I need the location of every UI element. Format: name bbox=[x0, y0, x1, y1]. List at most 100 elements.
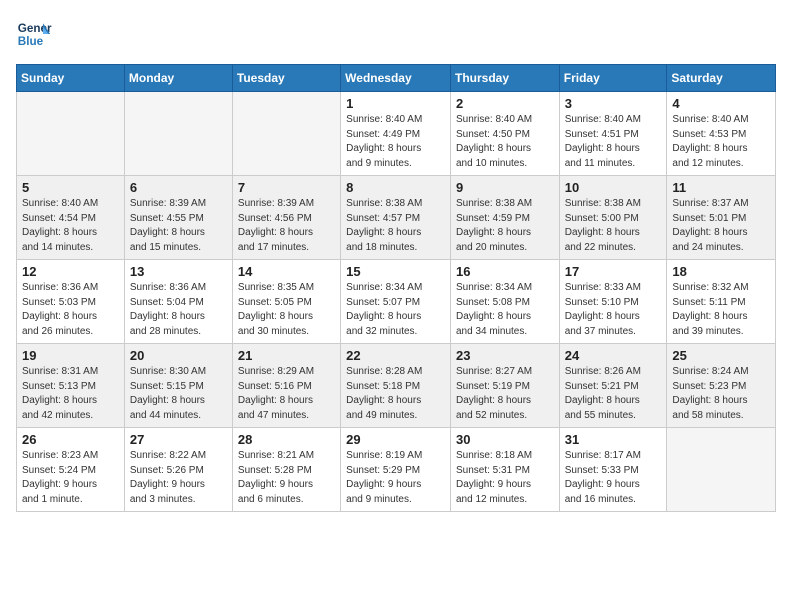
day-header-saturday: Saturday bbox=[667, 65, 776, 92]
day-number: 10 bbox=[565, 180, 662, 195]
day-number: 27 bbox=[130, 432, 227, 447]
day-number: 6 bbox=[130, 180, 227, 195]
day-info: Sunrise: 8:38 AM Sunset: 4:59 PM Dayligh… bbox=[456, 197, 554, 255]
day-info: Sunrise: 8:40 AM Sunset: 4:50 PM Dayligh… bbox=[456, 113, 554, 171]
day-info: Sunrise: 8:30 AM Sunset: 5:15 PM Dayligh… bbox=[130, 365, 227, 423]
calendar-day-15: 15Sunrise: 8:34 AM Sunset: 5:07 PM Dayli… bbox=[341, 260, 451, 344]
day-info: Sunrise: 8:31 AM Sunset: 5:13 PM Dayligh… bbox=[22, 365, 119, 423]
calendar-day-20: 20 Sunrise: 8:30 AM Sunset: 5:15 PM Dayli… bbox=[124, 344, 232, 428]
calendar-day-30: 30Sunrise: 8:18 AM Sunset: 5:31 PM Dayli… bbox=[450, 428, 559, 512]
day-number: 16 bbox=[456, 264, 554, 279]
day-number: 25 bbox=[672, 348, 770, 363]
day-info: Sunrise: 8:19 AM Sunset: 5:29 PM Dayligh… bbox=[346, 449, 445, 507]
day-info: Sunrise: 8:23 AM Sunset: 5:24 PM Dayligh… bbox=[22, 449, 119, 507]
day-number: 5 bbox=[22, 180, 119, 195]
calendar-day-4: 4 Sunrise: 8:40 AM Sunset: 4:53 PM Daylig… bbox=[667, 92, 776, 176]
calendar-day-empty bbox=[17, 92, 125, 176]
calendar-day-31: 31 Sunrise: 8:17 AM Sunset: 5:33 PM Dayli… bbox=[559, 428, 667, 512]
calendar-day-16: 16Sunrise: 8:34 AM Sunset: 5:08 PM Dayli… bbox=[450, 260, 559, 344]
day-info: Sunrise: 8:28 AM Sunset: 5:18 PM Dayligh… bbox=[346, 365, 445, 423]
calendar-day-empty bbox=[124, 92, 232, 176]
calendar-day-28: 28 Sunrise: 8:21 AM Sunset: 5:28 PM Dayli… bbox=[232, 428, 340, 512]
day-number: 1 bbox=[346, 96, 445, 111]
day-header-sunday: Sunday bbox=[17, 65, 125, 92]
calendar-week-row: 5 Sunrise: 8:40 AM Sunset: 4:54 PM Daylig… bbox=[17, 176, 776, 260]
day-number: 9 bbox=[456, 180, 554, 195]
day-number: 7 bbox=[238, 180, 335, 195]
logo: General Blue bbox=[16, 16, 52, 52]
calendar-day-14: 14 Sunrise: 8:35 AM Sunset: 5:05 PM Dayli… bbox=[232, 260, 340, 344]
calendar-day-5: 5 Sunrise: 8:40 AM Sunset: 4:54 PM Daylig… bbox=[17, 176, 125, 260]
calendar-day-27: 27 Sunrise: 8:22 AM Sunset: 5:26 PM Dayli… bbox=[124, 428, 232, 512]
calendar-day-6: 6Sunrise: 8:39 AM Sunset: 4:55 PM Daylig… bbox=[124, 176, 232, 260]
day-header-thursday: Thursday bbox=[450, 65, 559, 92]
calendar-day-21: 21Sunrise: 8:29 AM Sunset: 5:16 PM Dayli… bbox=[232, 344, 340, 428]
calendar-day-17: 17 Sunrise: 8:33 AM Sunset: 5:10 PM Dayli… bbox=[559, 260, 667, 344]
day-number: 12 bbox=[22, 264, 119, 279]
day-number: 26 bbox=[22, 432, 119, 447]
day-number: 2 bbox=[456, 96, 554, 111]
calendar-day-29: 29 Sunrise: 8:19 AM Sunset: 5:29 PM Dayli… bbox=[341, 428, 451, 512]
svg-text:Blue: Blue bbox=[18, 35, 44, 48]
day-info: Sunrise: 8:33 AM Sunset: 5:10 PM Dayligh… bbox=[565, 281, 662, 339]
day-info: Sunrise: 8:38 AM Sunset: 5:00 PM Dayligh… bbox=[565, 197, 662, 255]
calendar-day-26: 26 Sunrise: 8:23 AM Sunset: 5:24 PM Dayli… bbox=[17, 428, 125, 512]
day-header-wednesday: Wednesday bbox=[341, 65, 451, 92]
day-info: Sunrise: 8:35 AM Sunset: 5:05 PM Dayligh… bbox=[238, 281, 335, 339]
calendar-week-row: 1 Sunrise: 8:40 AM Sunset: 4:49 PM Daylig… bbox=[17, 92, 776, 176]
calendar-day-empty bbox=[232, 92, 340, 176]
day-header-tuesday: Tuesday bbox=[232, 65, 340, 92]
day-number: 31 bbox=[565, 432, 662, 447]
day-number: 13 bbox=[130, 264, 227, 279]
day-info: Sunrise: 8:40 AM Sunset: 4:49 PM Dayligh… bbox=[346, 113, 445, 171]
calendar-day-8: 8 Sunrise: 8:38 AM Sunset: 4:57 PM Daylig… bbox=[341, 176, 451, 260]
day-info: Sunrise: 8:27 AM Sunset: 5:19 PM Dayligh… bbox=[456, 365, 554, 423]
calendar-day-18: 18Sunrise: 8:32 AM Sunset: 5:11 PM Dayli… bbox=[667, 260, 776, 344]
day-number: 21 bbox=[238, 348, 335, 363]
day-number: 29 bbox=[346, 432, 445, 447]
day-info: Sunrise: 8:39 AM Sunset: 4:56 PM Dayligh… bbox=[238, 197, 335, 255]
calendar-day-23: 23 Sunrise: 8:27 AM Sunset: 5:19 PM Dayli… bbox=[450, 344, 559, 428]
day-info: Sunrise: 8:40 AM Sunset: 4:53 PM Dayligh… bbox=[672, 113, 770, 171]
calendar-day-3: 3 Sunrise: 8:40 AM Sunset: 4:51 PM Daylig… bbox=[559, 92, 667, 176]
calendar-day-11: 11Sunrise: 8:37 AM Sunset: 5:01 PM Dayli… bbox=[667, 176, 776, 260]
day-number: 22 bbox=[346, 348, 445, 363]
day-number: 28 bbox=[238, 432, 335, 447]
calendar-header-row: SundayMondayTuesdayWednesdayThursdayFrid… bbox=[17, 65, 776, 92]
day-header-monday: Monday bbox=[124, 65, 232, 92]
day-info: Sunrise: 8:40 AM Sunset: 4:54 PM Dayligh… bbox=[22, 197, 119, 255]
day-info: Sunrise: 8:21 AM Sunset: 5:28 PM Dayligh… bbox=[238, 449, 335, 507]
day-number: 20 bbox=[130, 348, 227, 363]
calendar-day-9: 9 Sunrise: 8:38 AM Sunset: 4:59 PM Daylig… bbox=[450, 176, 559, 260]
day-number: 14 bbox=[238, 264, 335, 279]
day-info: Sunrise: 8:36 AM Sunset: 5:03 PM Dayligh… bbox=[22, 281, 119, 339]
day-number: 17 bbox=[565, 264, 662, 279]
day-number: 24 bbox=[565, 348, 662, 363]
calendar-day-1: 1 Sunrise: 8:40 AM Sunset: 4:49 PM Daylig… bbox=[341, 92, 451, 176]
calendar-week-row: 19 Sunrise: 8:31 AM Sunset: 5:13 PM Dayli… bbox=[17, 344, 776, 428]
calendar-day-12: 12 Sunrise: 8:36 AM Sunset: 5:03 PM Dayli… bbox=[17, 260, 125, 344]
day-number: 18 bbox=[672, 264, 770, 279]
day-header-friday: Friday bbox=[559, 65, 667, 92]
calendar-day-10: 10 Sunrise: 8:38 AM Sunset: 5:00 PM Dayli… bbox=[559, 176, 667, 260]
calendar-day-25: 25 Sunrise: 8:24 AM Sunset: 5:23 PM Dayli… bbox=[667, 344, 776, 428]
calendar-day-24: 24Sunrise: 8:26 AM Sunset: 5:21 PM Dayli… bbox=[559, 344, 667, 428]
day-info: Sunrise: 8:37 AM Sunset: 5:01 PM Dayligh… bbox=[672, 197, 770, 255]
day-info: Sunrise: 8:22 AM Sunset: 5:26 PM Dayligh… bbox=[130, 449, 227, 507]
calendar-day-22: 22 Sunrise: 8:28 AM Sunset: 5:18 PM Dayli… bbox=[341, 344, 451, 428]
calendar-day-empty bbox=[667, 428, 776, 512]
day-info: Sunrise: 8:34 AM Sunset: 5:07 PM Dayligh… bbox=[346, 281, 445, 339]
page-header: General Blue bbox=[16, 16, 776, 52]
day-info: Sunrise: 8:40 AM Sunset: 4:51 PM Dayligh… bbox=[565, 113, 662, 171]
day-info: Sunrise: 8:24 AM Sunset: 5:23 PM Dayligh… bbox=[672, 365, 770, 423]
calendar-week-row: 26 Sunrise: 8:23 AM Sunset: 5:24 PM Dayli… bbox=[17, 428, 776, 512]
day-number: 23 bbox=[456, 348, 554, 363]
day-number: 8 bbox=[346, 180, 445, 195]
day-number: 3 bbox=[565, 96, 662, 111]
calendar-table: SundayMondayTuesdayWednesdayThursdayFrid… bbox=[16, 64, 776, 512]
day-number: 4 bbox=[672, 96, 770, 111]
day-info: Sunrise: 8:17 AM Sunset: 5:33 PM Dayligh… bbox=[565, 449, 662, 507]
day-info: Sunrise: 8:38 AM Sunset: 4:57 PM Dayligh… bbox=[346, 197, 445, 255]
day-number: 19 bbox=[22, 348, 119, 363]
logo-icon: General Blue bbox=[16, 16, 52, 52]
